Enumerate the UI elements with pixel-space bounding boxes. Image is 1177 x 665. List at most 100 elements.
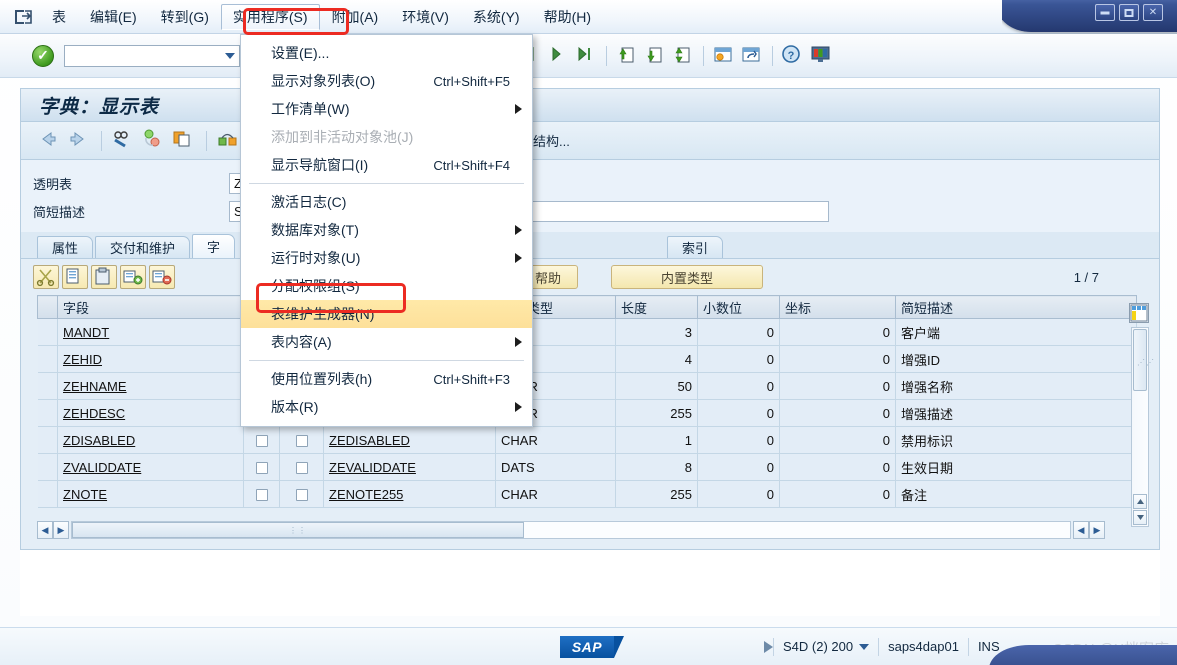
cell-coordinate[interactable]: 0 [779,372,896,400]
cell-field[interactable]: ZNOTE [57,480,244,508]
grid-vertical-scrollbar[interactable]: ⋰⋰ [1131,327,1154,527]
menu-entry[interactable]: 显示对象列表(O) Ctrl+Shift+F5 [241,67,532,95]
menu-entry[interactable]: 设置(E)... [241,39,532,67]
row-checkbox[interactable] [295,462,308,475]
tab-attributes[interactable]: 属性 [37,236,94,258]
table-row[interactable]: ZEHNAMEZEEHNAMECHAR5000增强名称 [37,372,1137,400]
cell-short-description[interactable]: 客户端 [895,318,1137,346]
cell-init[interactable] [279,480,324,508]
cell-data-type[interactable]: DATS [495,453,616,481]
field-link[interactable]: ZEHNAME [63,379,127,394]
menu-entry[interactable]: 使用位置列表(h) Ctrl+Shift+F3 [241,365,532,393]
cell-decimals[interactable]: 0 [697,345,780,373]
cell-coordinate[interactable]: 0 [779,345,896,373]
cell-decimals[interactable]: 0 [697,426,780,454]
chevron-down-icon[interactable] [859,643,870,650]
status-system-info[interactable]: S4D (2) 200 [773,637,878,656]
menu-entry[interactable]: 运行时对象(U) [241,244,532,272]
cell-data-element[interactable]: ZEVALIDDATE [323,453,496,481]
cell-decimals[interactable]: 0 [697,318,780,346]
scroll-up-button[interactable] [1133,494,1147,509]
column-config-icon[interactable] [1129,303,1149,323]
row-selector[interactable] [37,318,58,346]
table-row[interactable]: ZEHID 4 0 0 增强ID [37,345,1137,373]
cell-init[interactable] [279,426,324,454]
cell-init[interactable] [279,453,324,481]
builtin-type-button[interactable]: 内置类型 [611,265,764,289]
menu-item-table[interactable]: 表 [40,4,78,30]
minimize-button[interactable] [1095,4,1115,21]
row-selector[interactable] [37,372,58,400]
display-change-icon[interactable] [110,128,138,154]
where-used-icon[interactable] [215,128,243,154]
insert-row-icon[interactable] [120,265,146,289]
grid-horizontal-scrollbar[interactable]: ◀ ▶ ⋮⋮ ◀ ▶ [37,519,1105,541]
table-row[interactable]: ZEHDESCZEEHDESCCHAR25500增强描述 [37,399,1137,427]
menu-entry[interactable]: 版本(R) [241,393,532,421]
cell-field[interactable]: ZDISABLED [57,426,244,454]
cell-key[interactable] [243,480,280,508]
menu-entry[interactable]: 分配权限组(S) [241,272,532,300]
menu-item-environment[interactable]: 环境(V) [390,4,461,30]
column-coordinate[interactable]: 坐标 [779,295,896,319]
back-arrow-icon[interactable] [35,128,63,154]
maximize-button[interactable] [1119,4,1139,21]
close-button[interactable]: ✕ [1143,4,1163,21]
column-length[interactable]: 长度 [615,295,698,319]
tab-fields[interactable]: 字 [192,234,236,258]
cell-length[interactable]: 8 [615,453,698,481]
column-decimals[interactable]: 小数位 [697,295,780,319]
last-page-icon[interactable] [573,44,599,68]
scroll-left-button[interactable]: ◀ [37,521,53,539]
row-checkbox[interactable] [255,435,268,448]
cell-decimals[interactable]: 0 [697,372,780,400]
menu-item-system[interactable]: 系统(Y) [461,4,532,30]
command-input[interactable] [75,47,225,64]
table-row[interactable]: ZDISABLED ZEDISABLED CHAR 1 0 0 禁用标识 [37,426,1137,454]
cell-short-description[interactable]: 备注 [895,480,1137,508]
menu-entry[interactable]: 激活日志(C) [241,188,532,216]
tab-delivery-maintenance[interactable]: 交付和维护 [95,236,191,258]
cell-coordinate[interactable]: 0 [779,453,896,481]
cell-coordinate[interactable]: 0 [779,426,896,454]
cell-field[interactable]: ZEHID [57,345,244,373]
command-field[interactable] [64,44,240,67]
field-link[interactable]: ZDISABLED [63,433,135,448]
row-selector[interactable] [37,453,58,481]
menu-entry[interactable]: 表维护生成器(N) [241,300,532,328]
grid-vertical-scroll-thumb[interactable]: ⋰⋰ [1133,329,1154,391]
help-icon[interactable]: ? [780,44,806,68]
forward-arrow-icon[interactable] [65,128,93,154]
customize-local-layout-icon[interactable] [808,44,834,68]
menu-item-edit[interactable]: 编辑(E) [78,4,149,30]
row-selector[interactable] [37,480,58,508]
delete-row-icon[interactable] [149,265,175,289]
create-page-up-icon[interactable] [614,44,640,68]
row-checkbox[interactable] [255,489,268,502]
menu-item-help[interactable]: 帮助(H) [532,4,603,30]
table-row[interactable]: MANDT 3 0 0 客户端 [37,318,1137,346]
data-element-link[interactable]: ZEVALIDDATE [329,460,416,475]
column-field[interactable]: 字段 [57,295,244,319]
cell-data-type[interactable]: CHAR [495,426,616,454]
scroll-down-button[interactable] [1133,510,1147,525]
column-select-all[interactable] [37,295,58,319]
create-page-down-icon[interactable] [642,44,668,68]
cell-key[interactable] [243,426,280,454]
menu-entry[interactable]: 工作清单(W) [241,95,532,123]
cell-decimals[interactable]: 0 [697,453,780,481]
column-short-description[interactable]: 简短描述 [895,295,1137,319]
cell-data-type[interactable]: CHAR [495,480,616,508]
row-checkbox[interactable] [255,462,268,475]
cell-field[interactable]: MANDT [57,318,244,346]
cell-length[interactable]: 255 [615,399,698,427]
create-page-both-icon[interactable] [670,44,696,68]
menu-entry[interactable]: 显示导航窗口(I) Ctrl+Shift+F4 [241,151,532,179]
cell-coordinate[interactable]: 0 [779,480,896,508]
row-checkbox[interactable] [295,435,308,448]
field-link[interactable]: ZVALIDDATE [63,460,141,475]
scroll-right-button[interactable]: ▶ [53,521,69,539]
cell-decimals[interactable]: 0 [697,480,780,508]
menu-entry[interactable]: 数据库对象(T) [241,216,532,244]
field-link[interactable]: ZEHID [63,352,102,367]
